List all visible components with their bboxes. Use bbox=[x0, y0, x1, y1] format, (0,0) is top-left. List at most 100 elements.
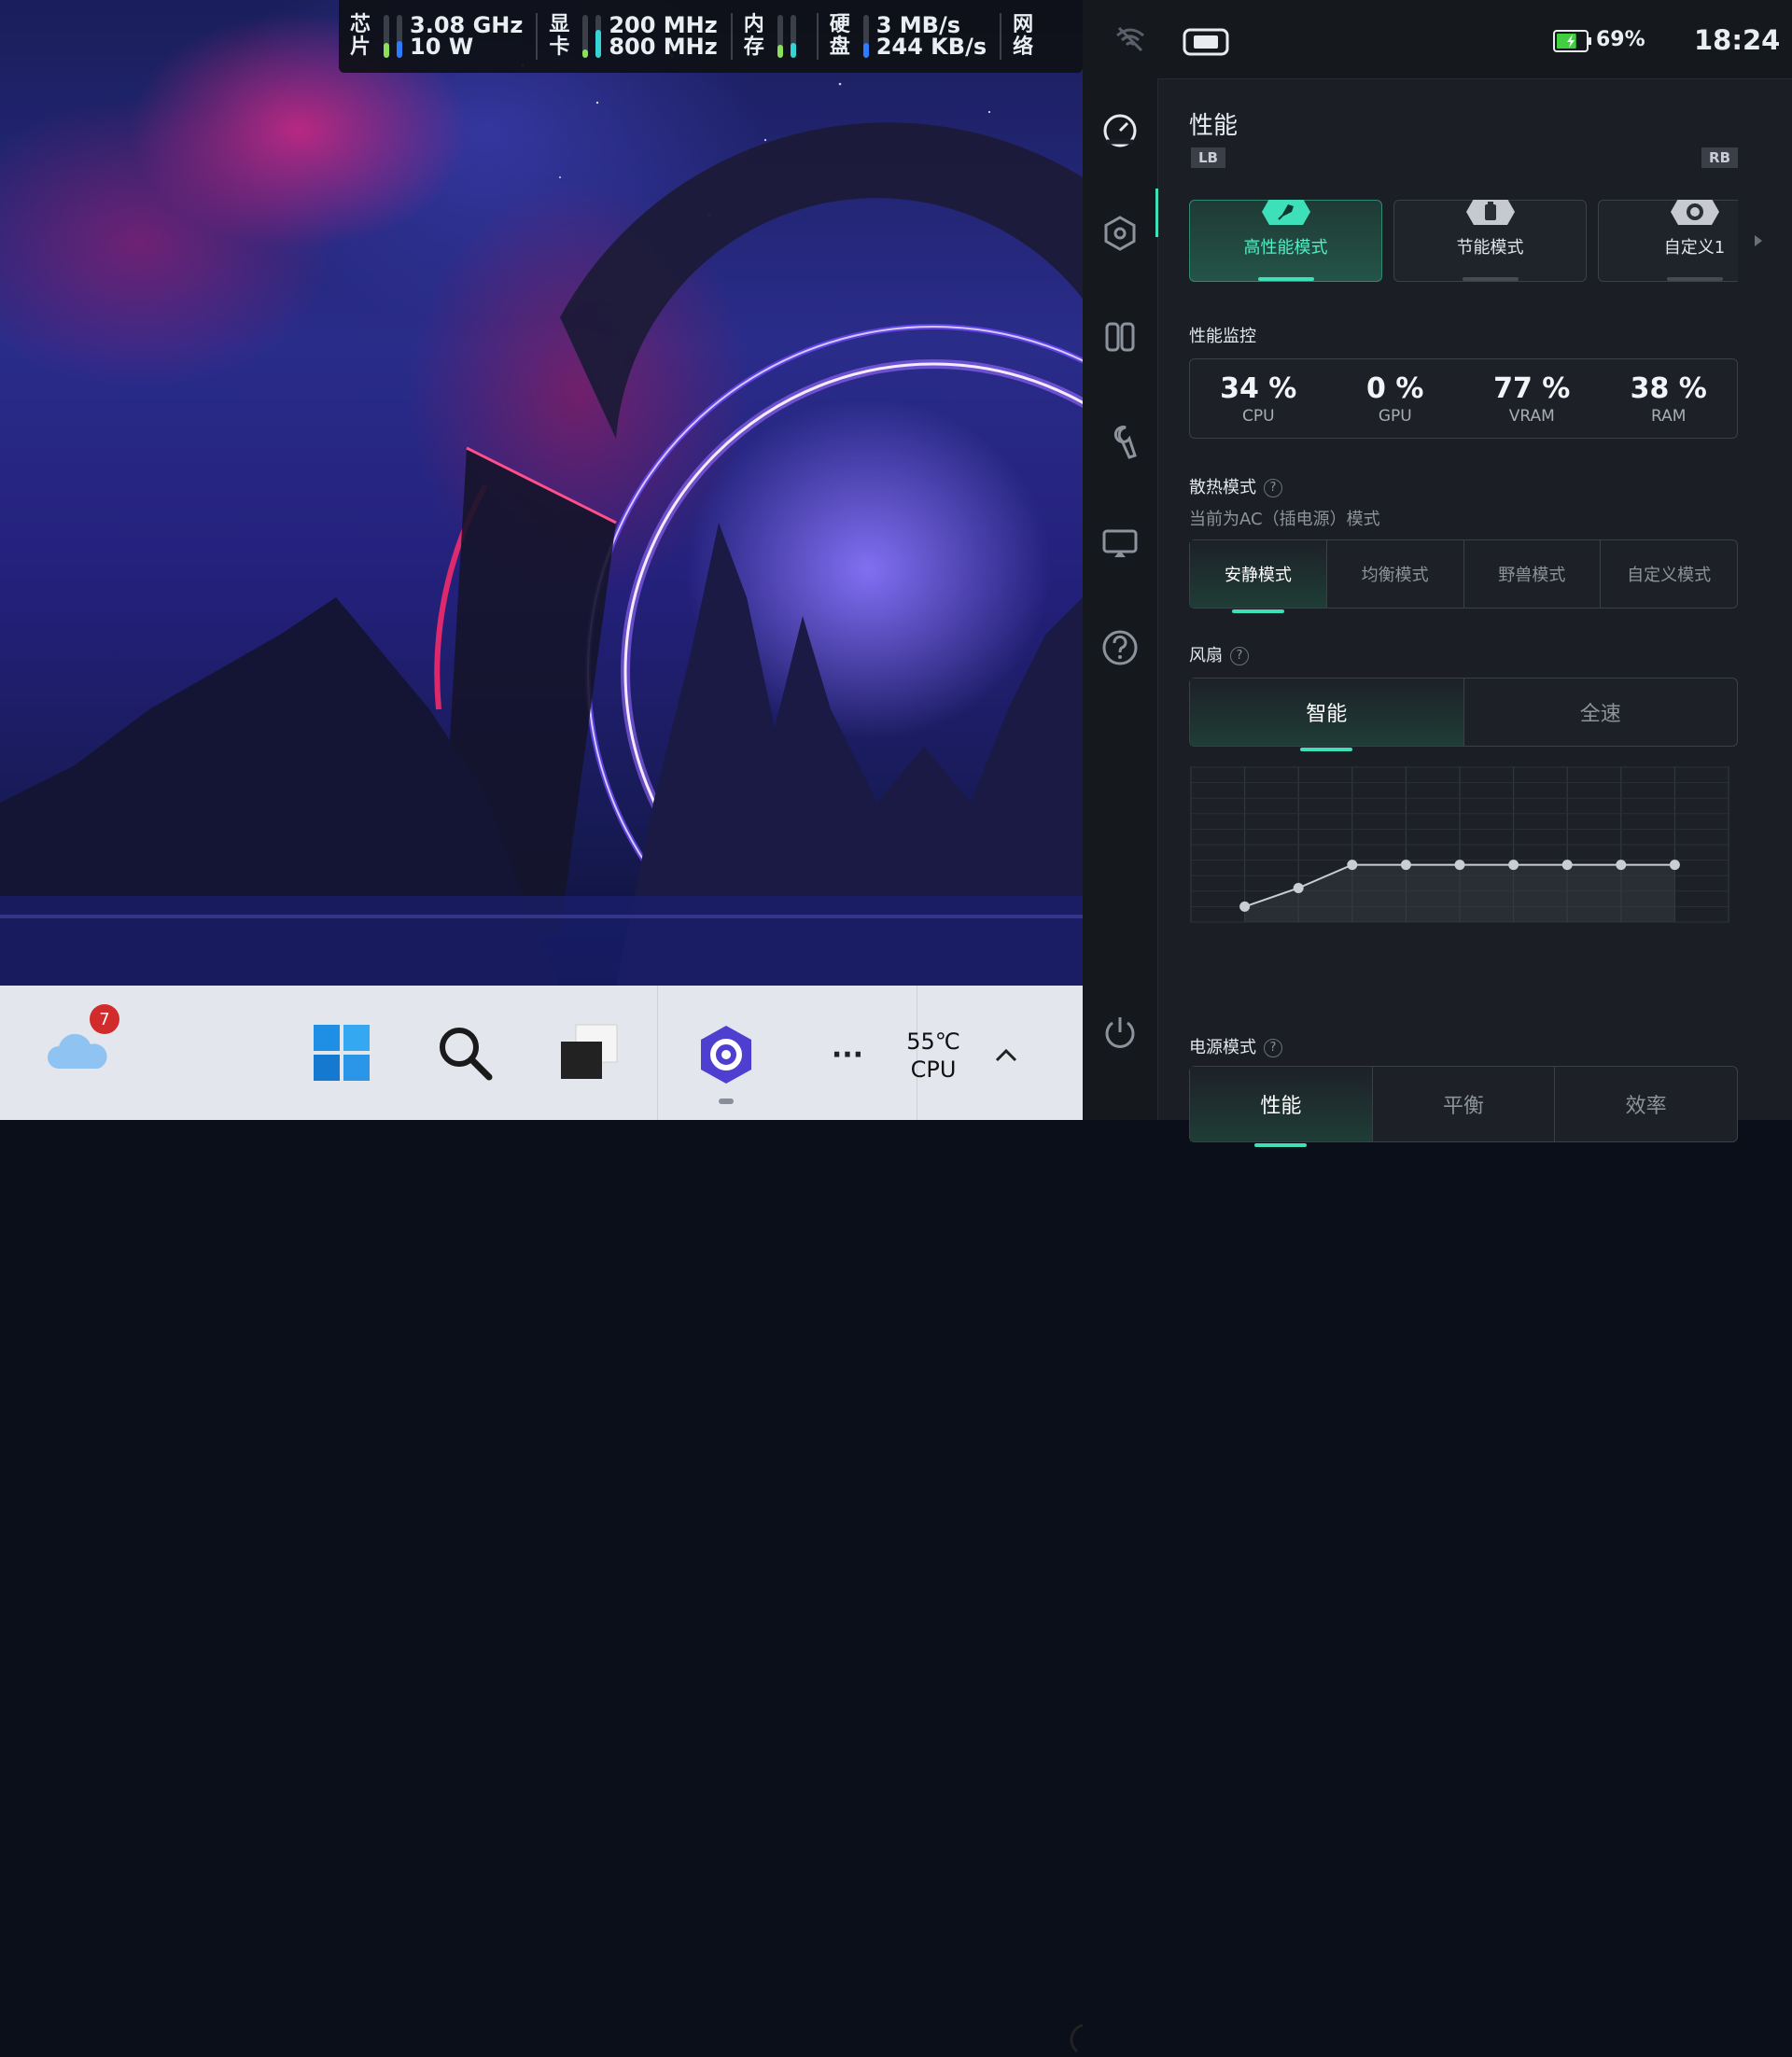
fan-help-icon[interactable]: ? bbox=[1230, 647, 1249, 665]
fan-curve-point[interactable] bbox=[1561, 860, 1573, 871]
nav-help[interactable] bbox=[1101, 629, 1139, 666]
sync-icon[interactable] bbox=[1070, 2023, 1083, 2057]
tray-expand-button[interactable] bbox=[989, 1036, 1023, 1073]
gpu-label: 显 卡 bbox=[549, 13, 570, 59]
app-logo-icon bbox=[701, 1026, 751, 1084]
cloud-icon bbox=[48, 1033, 107, 1069]
monitor-cpu: 34 % CPU bbox=[1220, 371, 1297, 426]
fan-curve-point[interactable] bbox=[1347, 860, 1358, 871]
mode-custom-1[interactable]: 自定义1 bbox=[1598, 200, 1738, 282]
disk-bar-1 bbox=[862, 15, 869, 58]
fan-curve-point[interactable] bbox=[1400, 860, 1411, 871]
mode-underline bbox=[1462, 277, 1519, 281]
side-navigation bbox=[1083, 78, 1158, 1120]
windows-logo-icon bbox=[314, 1025, 370, 1081]
app-pinned-control-center[interactable] bbox=[691, 1019, 762, 1090]
nav-power[interactable] bbox=[1101, 1014, 1139, 1051]
fan-curve-point[interactable] bbox=[1669, 860, 1680, 871]
performance-monitor: 34 % CPU 0 % GPU 77 % VRAM 38 % RAM bbox=[1189, 358, 1738, 439]
display-icon bbox=[1102, 529, 1138, 557]
task-view-button[interactable] bbox=[554, 1019, 622, 1086]
control-center-panel: 69% 18:24 性能 LB RB 高性能模式 节能模式 自定义1 性能监控 … bbox=[1083, 0, 1792, 1147]
mode-high-performance[interactable]: 高性能模式 bbox=[1189, 200, 1382, 282]
power-help-icon[interactable]: ? bbox=[1264, 1039, 1282, 1057]
mode-power-saving[interactable]: 节能模式 bbox=[1393, 200, 1587, 282]
fan-mode-selector: 智能 全速 bbox=[1189, 678, 1738, 751]
gear-icon bbox=[1670, 200, 1719, 225]
cooling-custom[interactable]: 自定义模式 bbox=[1601, 540, 1737, 608]
fan-curve-point[interactable] bbox=[1616, 860, 1627, 871]
fan-curve-chart[interactable] bbox=[1189, 765, 1730, 926]
chip-bar-1 bbox=[384, 15, 389, 58]
fan-full-speed[interactable]: 全速 bbox=[1464, 679, 1738, 746]
nav-controller[interactable] bbox=[1101, 318, 1139, 356]
rb-badge: RB bbox=[1701, 147, 1738, 168]
disk-label: 硬 盘 bbox=[829, 13, 850, 59]
battery-icon bbox=[1553, 30, 1591, 52]
chip-power: 10 W bbox=[410, 34, 474, 60]
fan-smart[interactable]: 智能 bbox=[1190, 679, 1464, 751]
disk-stat: 硬 盘 3 MB/s 244 KB/s bbox=[819, 0, 987, 73]
gpu-values: 200 MHz 800 MHz bbox=[609, 14, 717, 58]
wifi-off-icon[interactable] bbox=[1115, 26, 1145, 52]
gpu-stat: 显 卡 200 MHz 800 MHz bbox=[538, 0, 717, 73]
chevron-right-icon[interactable] bbox=[1753, 233, 1764, 248]
monitor-gpu: 0 % GPU bbox=[1366, 371, 1424, 426]
help-icon bbox=[1102, 630, 1138, 665]
power-efficiency[interactable]: 效率 bbox=[1555, 1067, 1737, 1141]
monitor-section-title: 性能监控 bbox=[1189, 327, 1256, 346]
clock: 18:24 bbox=[1694, 24, 1781, 56]
power-performance[interactable]: 性能 bbox=[1190, 1067, 1373, 1147]
battery-percent: 69% bbox=[1596, 28, 1645, 51]
running-app-indicator bbox=[719, 1098, 734, 1104]
chevron-up-icon bbox=[995, 1048, 1017, 1062]
search-button[interactable] bbox=[431, 1019, 498, 1086]
cooling-mode-selector: 安静模式 均衡模式 野兽模式 自定义模式 bbox=[1189, 539, 1738, 613]
nav-active-indicator bbox=[1155, 189, 1158, 237]
handheld-device-icon[interactable] bbox=[1183, 28, 1229, 56]
chip-values: 3.08 GHz 10 W bbox=[410, 14, 523, 60]
nav-tools[interactable] bbox=[1101, 422, 1139, 459]
fan-curve-point[interactable] bbox=[1454, 860, 1465, 871]
status-bar: 69% 18:24 bbox=[1083, 0, 1792, 79]
notification-badge: 7 bbox=[90, 1004, 119, 1034]
cooling-quiet[interactable]: 安静模式 bbox=[1190, 540, 1327, 613]
fan-section-title: 风扇? bbox=[1189, 642, 1249, 666]
taskbar-divider bbox=[657, 986, 658, 1120]
mode-underline bbox=[1666, 277, 1723, 281]
nav-performance[interactable] bbox=[1101, 110, 1139, 147]
start-button[interactable] bbox=[308, 1019, 375, 1086]
cooling-balanced[interactable]: 均衡模式 bbox=[1327, 540, 1464, 608]
nav-display[interactable] bbox=[1101, 525, 1139, 563]
chip-bar-2 bbox=[397, 15, 402, 58]
hexagon-settings-icon bbox=[1104, 216, 1136, 251]
cooling-section-title: 散热模式? bbox=[1189, 474, 1282, 498]
monitor-vram: 77 % VRAM bbox=[1493, 371, 1571, 426]
wallpaper-art bbox=[0, 45, 1083, 986]
fan-curve-point[interactable] bbox=[1239, 901, 1251, 912]
overflow-menu-button[interactable]: ··· bbox=[821, 1036, 874, 1073]
nav-settings[interactable] bbox=[1101, 215, 1139, 252]
fan-curve-point[interactable] bbox=[1293, 882, 1304, 893]
battery-icon bbox=[1465, 200, 1515, 225]
disk-values: 3 MB/s 244 KB/s bbox=[875, 14, 987, 60]
network-stat: 网 络 bbox=[1001, 0, 1037, 73]
lb-badge: LB bbox=[1191, 147, 1225, 168]
network-label: 网 络 bbox=[1013, 13, 1034, 59]
desktop-wallpaper bbox=[0, 0, 1083, 986]
cooling-beast[interactable]: 野兽模式 bbox=[1464, 540, 1602, 608]
monitor-ram: 38 % RAM bbox=[1630, 371, 1707, 426]
windows-taskbar: 7 ··· 55℃ CPU bbox=[0, 986, 1083, 2053]
power-section-title: 电源模式? bbox=[1189, 1034, 1282, 1058]
disk-write: 244 KB/s bbox=[875, 34, 987, 60]
power-balanced[interactable]: 平衡 bbox=[1373, 1067, 1556, 1141]
cpu-temp-label: CPU bbox=[910, 1056, 957, 1083]
cpu-temperature[interactable]: 55℃ CPU bbox=[905, 1023, 961, 1088]
task-view-icon bbox=[561, 1024, 618, 1079]
chip-stat: 芯 片 3.08 GHz 10 W bbox=[339, 0, 523, 73]
fan-curve-point[interactable] bbox=[1508, 860, 1519, 871]
rocket-icon bbox=[1261, 200, 1310, 225]
memory-label: 内 存 bbox=[743, 13, 764, 59]
gauge-icon bbox=[1103, 114, 1137, 147]
cooling-help-icon[interactable]: ? bbox=[1264, 479, 1282, 497]
